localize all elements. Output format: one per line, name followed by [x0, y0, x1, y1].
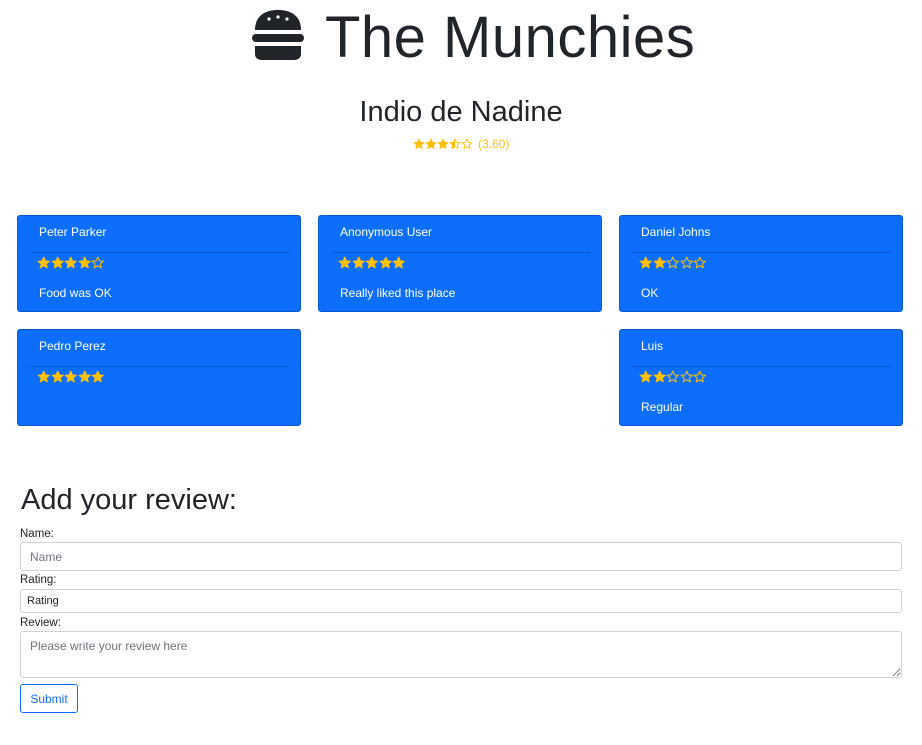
divider	[30, 366, 290, 367]
star-filled-icon	[365, 256, 378, 269]
star-empty-icon	[461, 138, 473, 149]
star-half-icon	[449, 138, 461, 149]
star-filled-icon	[425, 138, 437, 149]
rating-label: Rating:	[20, 574, 57, 586]
reviewer-name: Peter Parker	[39, 225, 107, 239]
star-filled-icon	[352, 256, 365, 269]
star-filled-icon	[379, 256, 392, 269]
star-empty-icon	[91, 256, 104, 269]
star-filled-icon	[639, 370, 652, 383]
star-empty-icon	[680, 370, 693, 383]
average-rating: (3.60)	[0, 136, 922, 151]
reviewer-name: Luis	[641, 339, 664, 353]
star-filled-icon	[437, 138, 449, 149]
star-filled-icon	[78, 370, 91, 383]
hamburger-icon	[252, 10, 304, 60]
review-card: Daniel Johns OK	[619, 215, 903, 312]
review-text: Really liked this place	[340, 286, 456, 300]
divider	[632, 252, 892, 253]
name-label: Name:	[20, 528, 54, 540]
average-rating-score: (3.60)	[477, 136, 510, 151]
star-empty-icon	[693, 370, 706, 383]
review-rating-stars	[639, 370, 707, 384]
review-card: Anonymous User Really liked this place	[318, 215, 602, 312]
star-filled-icon	[413, 138, 425, 149]
star-empty-icon	[693, 256, 706, 269]
review-text: Food was OK	[39, 286, 112, 300]
star-filled-icon	[653, 370, 666, 383]
rating-input[interactable]	[20, 589, 902, 613]
review-card: Luis Regular	[619, 329, 903, 426]
review-textarea[interactable]	[20, 631, 902, 678]
reviewer-name: Anonymous User	[340, 225, 433, 239]
header: The Munchies	[0, 0, 922, 80]
divider	[632, 366, 892, 367]
average-rating-stars	[413, 138, 473, 150]
form-title: Add your review:	[21, 484, 237, 516]
name-input[interactable]	[20, 542, 902, 571]
star-empty-icon	[666, 256, 679, 269]
star-filled-icon	[51, 370, 64, 383]
star-filled-icon	[338, 256, 351, 269]
restaurant-name: Indio de Nadine	[359, 96, 563, 128]
star-filled-icon	[51, 256, 64, 269]
review-card: Peter Parker Food was OK	[17, 215, 301, 312]
star-filled-icon	[37, 256, 50, 269]
star-filled-icon	[78, 256, 91, 269]
star-filled-icon	[392, 256, 405, 269]
star-filled-icon	[91, 370, 104, 383]
review-rating-stars	[37, 256, 105, 270]
app-title: The Munchies	[325, 5, 696, 70]
divider	[331, 252, 591, 253]
review-card: Pedro Perez	[17, 329, 301, 426]
star-empty-icon	[666, 370, 679, 383]
reviewer-name: Pedro Perez	[39, 339, 106, 353]
review-label: Review:	[20, 617, 61, 629]
star-filled-icon	[639, 256, 652, 269]
divider	[30, 252, 290, 253]
star-empty-icon	[680, 256, 693, 269]
star-filled-icon	[64, 256, 77, 269]
star-filled-icon	[653, 256, 666, 269]
star-filled-icon	[64, 370, 77, 383]
review-rating-stars	[37, 370, 105, 384]
reviewer-name: Daniel Johns	[641, 225, 711, 239]
review-text: OK	[641, 286, 659, 300]
star-filled-icon	[37, 370, 50, 383]
review-rating-stars	[639, 256, 707, 270]
submit-button[interactable]: Submit	[20, 684, 78, 713]
review-text: Regular	[641, 400, 684, 414]
review-rating-stars	[338, 256, 406, 270]
